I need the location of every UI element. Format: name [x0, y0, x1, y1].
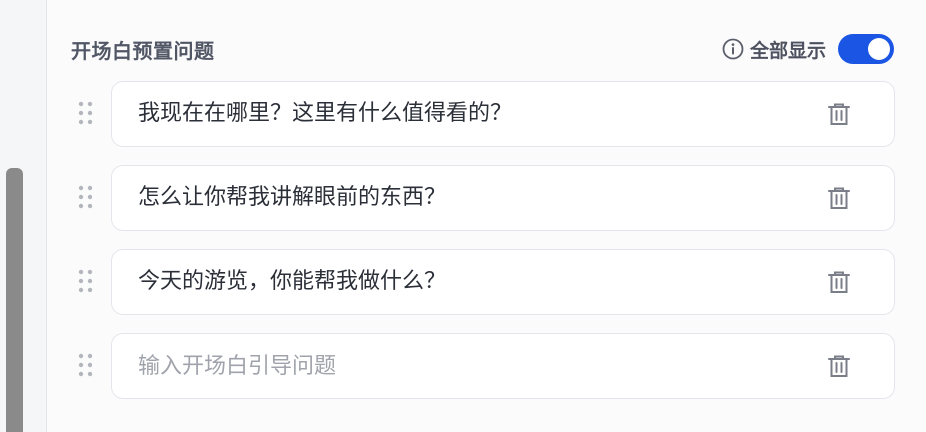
question-card[interactable]: 怎么让你帮我讲解眼前的东西？: [111, 165, 895, 231]
drag-handle-icon[interactable]: [75, 267, 97, 295]
drag-handle-icon[interactable]: [75, 351, 97, 379]
new-question-input[interactable]: [136, 346, 780, 386]
trash-icon[interactable]: [826, 269, 852, 295]
section-title: 开场白预置问题: [71, 38, 215, 63]
new-question-row: [75, 333, 895, 399]
show-all-toggle[interactable]: [838, 34, 894, 64]
question-text[interactable]: 怎么让你帮我讲解眼前的东西？: [138, 166, 446, 230]
preset-questions-panel: 开场白预置问题 全部显示 我现在在哪里？这里有什么值得看的？ 怎么让你帮我讲解眼…: [47, 0, 926, 432]
trash-icon[interactable]: [826, 353, 852, 379]
app-frame: 开场白预置问题 全部显示 我现在在哪里？这里有什么值得看的？ 怎么让你帮我讲解眼…: [0, 0, 926, 432]
drag-handle-icon[interactable]: [75, 183, 97, 211]
info-circle-icon[interactable]: [722, 38, 744, 60]
question-text[interactable]: 我现在在哪里？这里有什么值得看的？: [138, 82, 512, 146]
left-pane: [0, 0, 47, 432]
question-card[interactable]: 今天的游览，你能帮我做什么？: [111, 249, 895, 315]
show-all-control: 全部显示: [722, 34, 894, 64]
question-row: 怎么让你帮我讲解眼前的东西？: [75, 165, 895, 231]
new-question-card: [111, 333, 895, 399]
scrollbar-thumb[interactable]: [6, 168, 23, 432]
section-header: 开场白预置问题 全部显示: [71, 30, 894, 68]
toggle-knob: [868, 38, 890, 60]
question-card[interactable]: 我现在在哪里？这里有什么值得看的？: [111, 81, 895, 147]
question-text[interactable]: 今天的游览，你能帮我做什么？: [138, 250, 446, 314]
trash-icon[interactable]: [826, 185, 852, 211]
trash-icon[interactable]: [826, 101, 852, 127]
drag-handle-icon[interactable]: [75, 99, 97, 127]
question-row: 今天的游览，你能帮我做什么？: [75, 249, 895, 315]
show-all-label: 全部显示: [749, 39, 826, 62]
question-row: 我现在在哪里？这里有什么值得看的？: [75, 81, 895, 147]
